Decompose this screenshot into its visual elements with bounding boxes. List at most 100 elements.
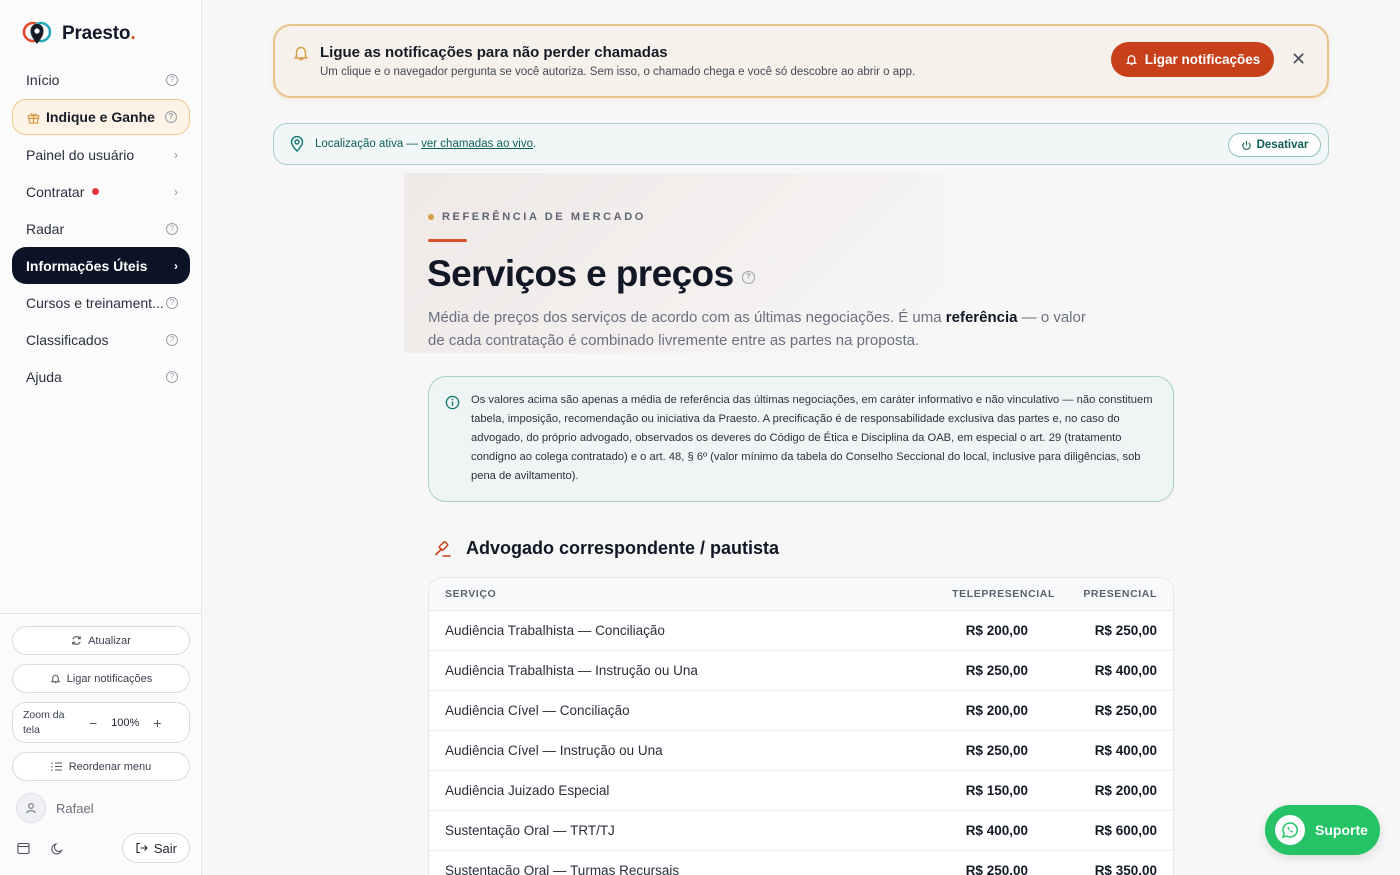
brand-name: Praesto — [62, 23, 131, 44]
page-title-text: Serviços e preços — [427, 253, 734, 294]
reorder-label: Reordenar menu — [68, 760, 152, 773]
disclaimer-text: Os valores acima são apenas a média de r… — [471, 394, 1153, 482]
notifications-banner: Ligue as notificações para não perder ch… — [273, 24, 1329, 98]
help-icon[interactable]: ? — [166, 333, 178, 346]
zoom-in-button[interactable]: + — [153, 715, 161, 731]
page-title: Serviços e preços ? — [427, 253, 755, 295]
zoom-out-button[interactable]: − — [89, 715, 97, 731]
sidebar-item-ajuda[interactable]: Ajuda ? — [12, 358, 190, 395]
live-calls-link[interactable]: ver chamadas ao vivo — [421, 138, 533, 150]
service-name: Audiência Trabalhista — Instrução ou Una — [445, 663, 698, 678]
sidebar-item-classificados[interactable]: Classificados ? — [12, 321, 190, 358]
moon-icon[interactable] — [46, 837, 68, 859]
bell-icon — [294, 46, 308, 61]
sidebar-item-cursos[interactable]: Cursos e treinament... ? — [12, 284, 190, 321]
sidebar-item-label: Cursos e treinament... — [26, 294, 164, 311]
zoom-control: Zoom da tela − 100% + — [12, 702, 190, 743]
section-title: Advogado correspondente / pautista — [434, 538, 779, 559]
help-icon[interactable]: ? — [166, 296, 178, 309]
deactivate-label: Desativar — [1256, 139, 1309, 151]
power-icon — [1241, 140, 1251, 150]
support-whatsapp-button[interactable]: Suporte — [1265, 805, 1380, 855]
support-label: Suporte — [1315, 822, 1368, 838]
price-telepresencial: R$ 250,00 — [965, 743, 1028, 758]
enable-notifications-cta[interactable]: Ligar notificações — [1111, 42, 1274, 77]
logout-button[interactable]: Sair — [121, 833, 190, 863]
table-row: Audiência Cível — Conciliação R$ 200,00 … — [429, 691, 1173, 731]
price-presencial: R$ 400,00 — [1094, 663, 1157, 678]
brand-logo[interactable]: Praesto. — [22, 20, 136, 48]
sidebar-footer: Atualizar Ligar notificações Zoom da tel… — [0, 613, 202, 864]
refresh-button[interactable]: Atualizar — [12, 626, 190, 655]
notifications-label: Ligar notificações — [66, 672, 153, 685]
layout-icon[interactable] — [12, 837, 34, 859]
help-icon[interactable]: ? — [166, 222, 178, 235]
service-name: Audiência Juizado Especial — [445, 783, 610, 798]
table-row: Audiência Cível — Instrução ou Una R$ 25… — [429, 731, 1173, 771]
sidebar-item-contratar[interactable]: Contratar › — [12, 173, 190, 210]
reorder-menu-button[interactable]: Reordenar menu — [12, 752, 190, 781]
prices-table: SERVIÇO TELEPRESENCIAL PRESENCIAL Audiên… — [428, 577, 1174, 875]
gift-icon — [27, 112, 40, 124]
price-telepresencial: R$ 200,00 — [965, 703, 1028, 718]
user-profile[interactable]: Rafael — [12, 790, 190, 826]
map-pin-icon — [290, 136, 304, 152]
location-text: Localização ativa — ver chamadas ao vivo… — [315, 138, 536, 150]
sidebar-item-label: Classificados — [26, 331, 109, 348]
help-icon[interactable]: ? — [741, 270, 755, 284]
sidebar: Praesto. Início ? Indique e Ganhe ? Pain… — [0, 0, 202, 875]
refresh-icon — [72, 636, 81, 645]
sidebar-item-label: Informações Úteis — [26, 257, 148, 274]
logout-icon — [136, 842, 148, 854]
price-presencial: R$ 250,00 — [1094, 623, 1157, 638]
price-telepresencial: R$ 250,00 — [965, 663, 1028, 678]
cta-label: Ligar notificações — [1144, 52, 1261, 67]
deactivate-location-button[interactable]: Desativar — [1228, 133, 1321, 157]
sidebar-item-inicio[interactable]: Início ? — [12, 61, 190, 98]
gavel-icon — [435, 540, 451, 557]
service-name: Sustentação Oral — Turmas Recursais — [445, 863, 680, 875]
help-icon[interactable]: ? — [166, 73, 178, 86]
user-icon — [26, 803, 36, 814]
enable-notifications-button[interactable]: Ligar notificações — [12, 664, 190, 693]
price-telepresencial: R$ 250,00 — [965, 863, 1028, 875]
eyebrow-underline — [428, 239, 467, 242]
price-telepresencial: R$ 150,00 — [965, 783, 1028, 798]
subtitle-part-a: Média de preços dos serviços de acordo c… — [428, 309, 946, 326]
column-header-presencial: PRESENCIAL — [1083, 588, 1157, 600]
whatsapp-icon — [1275, 815, 1305, 845]
help-icon[interactable]: ? — [165, 111, 177, 123]
price-telepresencial: R$ 200,00 — [965, 623, 1028, 638]
price-presencial: R$ 350,00 — [1094, 863, 1157, 875]
close-icon[interactable]: ✕ — [1291, 50, 1306, 68]
service-name: Sustentação Oral — TRT/TJ — [445, 823, 615, 838]
location-suffix: . — [533, 138, 537, 150]
sidebar-item-label: Ajuda — [26, 368, 62, 385]
banner-title: Ligue as notificações para não perder ch… — [320, 44, 668, 61]
table-row: Sustentação Oral — Turmas Recursais R$ 2… — [429, 851, 1173, 875]
bell-icon — [1125, 55, 1137, 66]
column-header-service: SERVIÇO — [445, 588, 497, 600]
zoom-label: Zoom da tela — [23, 708, 65, 736]
column-header-telepresencial: TELEPRESENCIAL — [952, 588, 1055, 600]
sidebar-item-informacoes-uteis[interactable]: Informações Úteis › — [12, 247, 190, 284]
page-subtitle: Média de preços dos serviços de acordo c… — [428, 306, 1088, 352]
table-row: Sustentação Oral — TRT/TJ R$ 400,00 R$ 6… — [429, 811, 1173, 851]
help-icon[interactable]: ? — [166, 370, 178, 383]
location-label: Localização ativa — — [315, 138, 422, 150]
eyebrow: REFERÊNCIA DE MERCADO — [428, 211, 646, 223]
legal-disclaimer: Os valores acima são apenas a média de r… — [428, 376, 1174, 502]
service-name: Audiência Cível — Conciliação — [445, 703, 630, 718]
sidebar-nav: Início ? Indique e Ganhe ? Painel do usu… — [12, 61, 190, 395]
sidebar-item-radar[interactable]: Radar ? — [12, 210, 190, 247]
chevron-right-icon: › — [174, 258, 178, 273]
sidebar-item-painel[interactable]: Painel do usuário › — [12, 136, 190, 173]
sidebar-item-label: Indique e Ganhe — [46, 109, 155, 125]
service-name: Audiência Trabalhista — Conciliação — [445, 623, 665, 638]
sidebar-item-label: Início — [26, 71, 60, 88]
table-row: Audiência Juizado Especial R$ 150,00 R$ … — [429, 771, 1173, 811]
price-presencial: R$ 400,00 — [1094, 743, 1157, 758]
table-row: Audiência Trabalhista — Conciliação R$ 2… — [429, 611, 1173, 651]
sidebar-item-indique-e-ganhe[interactable]: Indique e Ganhe ? — [12, 99, 190, 135]
refresh-label: Atualizar — [88, 634, 131, 647]
